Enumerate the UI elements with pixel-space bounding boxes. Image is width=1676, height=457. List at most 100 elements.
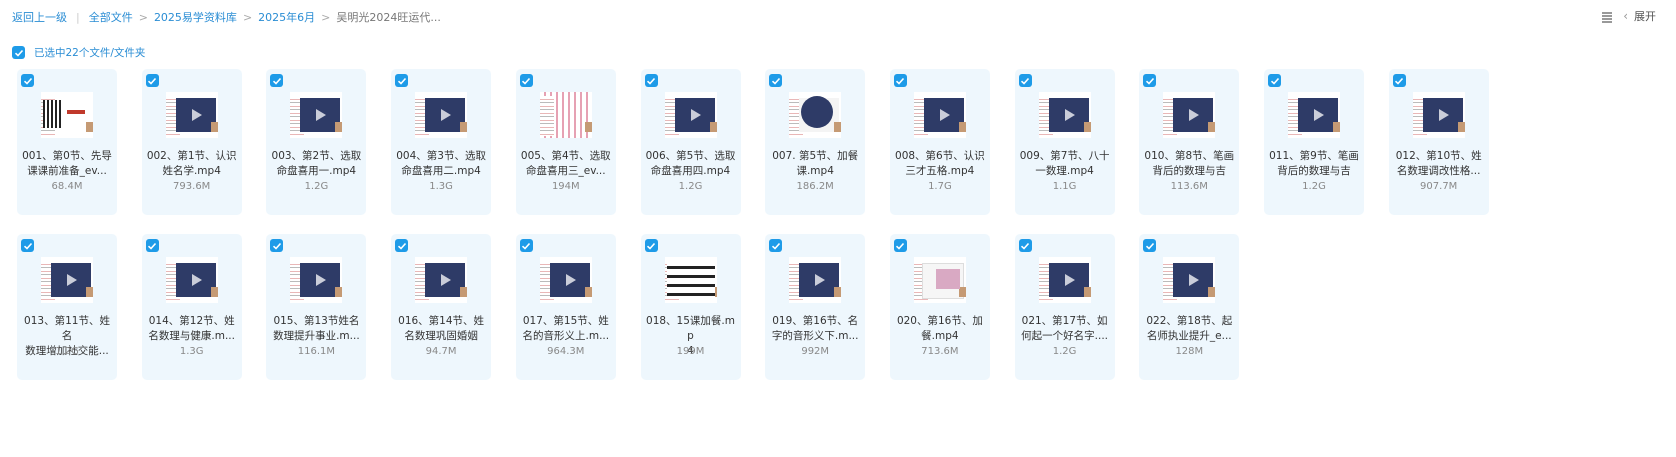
file-card[interactable]: 016、第14节、姓 名数理巩固婚姻 94.7M: [391, 234, 492, 380]
file-checkbox[interactable]: [769, 239, 783, 252]
file-card[interactable]: 007. 第5节、加餐 课.mp4 186.2M: [765, 69, 866, 215]
file-card[interactable]: 009、第7节、八十 一数理.mp4 1.1G: [1014, 69, 1115, 215]
back-link[interactable]: 返回上一级: [12, 9, 67, 25]
play-icon: [799, 263, 840, 297]
video-thumbnail[interactable]: [539, 92, 592, 138]
video-thumbnail[interactable]: [415, 257, 468, 303]
video-thumbnail[interactable]: [165, 92, 218, 138]
checkmark-icon: [1395, 77, 1404, 85]
file-card[interactable]: 008、第6节、认识 三才五格.mp4 1.7G: [889, 69, 990, 215]
file-name-line2: 一数理.mp4: [1035, 165, 1094, 177]
play-icon: [300, 263, 341, 297]
file-checkbox[interactable]: [395, 239, 409, 252]
file-size: 128M: [1175, 346, 1204, 357]
file-checkbox[interactable]: [1143, 239, 1157, 252]
file-card[interactable]: 012、第10节、姓 名数理调改性格... 907.7M: [1388, 69, 1489, 215]
file-card[interactable]: 014、第12节、姓 名数理与健康.m... 1.3G: [141, 234, 242, 380]
file-name-line2: 餐.mp4: [921, 330, 959, 342]
file-card[interactable]: 020、第16节、加 餐.mp4 713.6M: [889, 234, 990, 380]
video-thumbnail[interactable]: [290, 257, 343, 303]
checkmark-icon: [771, 77, 780, 85]
file-checkbox[interactable]: [893, 74, 907, 87]
checkmark-icon: [1021, 77, 1030, 85]
file-card[interactable]: 011、第9节、笔画 背后的数理与吉 1.2G: [1264, 69, 1364, 215]
file-card[interactable]: 003、第2节、选取 命盘喜用一.mp4 1.2G: [266, 69, 367, 215]
video-thumbnail[interactable]: [664, 257, 717, 303]
video-thumbnail[interactable]: [41, 92, 93, 138]
file-checkbox[interactable]: [644, 239, 658, 252]
file-name: 015、第13节姓名 数理提升事业.m...: [270, 314, 362, 344]
list-view-icon[interactable]: [1601, 10, 1613, 23]
file-card[interactable]: 018、15课加餐.mp 4 199M: [640, 234, 741, 380]
file-card[interactable]: 015、第13节姓名 数理提升事业.m... 116.1M: [266, 234, 367, 380]
chevron-right-icon: >: [138, 10, 148, 24]
file-name-line2: 命盘喜用二.mp4: [401, 165, 481, 177]
select-all-checkbox[interactable]: [12, 46, 25, 59]
video-thumbnail[interactable]: [913, 92, 966, 138]
file-card[interactable]: 019、第16节、名 字的音形义下.m... 992M: [765, 234, 866, 380]
file-checkbox[interactable]: [270, 74, 284, 87]
video-thumbnail[interactable]: [415, 92, 468, 138]
file-card[interactable]: 017、第15节、姓 名的音形义上.m... 964.3M: [515, 234, 616, 380]
file-checkbox[interactable]: [145, 74, 159, 87]
file-checkbox[interactable]: [644, 74, 658, 87]
breadcrumb-all-files[interactable]: 全部文件: [89, 9, 133, 25]
file-card[interactable]: 013、第11节、姓名 数理增加社交能... 1.2G: [17, 234, 117, 380]
expand-button[interactable]: ‹ 展开: [1623, 8, 1656, 24]
file-checkbox[interactable]: [1143, 74, 1157, 87]
breadcrumb-month[interactable]: 2025年6月: [258, 9, 315, 25]
file-name-line1: 010、第8节、笔画: [1144, 150, 1235, 162]
play-icon: [175, 98, 216, 132]
video-thumbnail[interactable]: [165, 257, 218, 303]
video-thumbnail[interactable]: [1038, 257, 1091, 303]
checkmark-icon: [1145, 242, 1154, 250]
file-checkbox[interactable]: [1392, 74, 1406, 87]
file-card[interactable]: 004、第3节、选取 命盘喜用二.mp4 1.3G: [391, 69, 492, 215]
video-thumbnail[interactable]: [913, 257, 966, 303]
file-checkbox[interactable]: [270, 239, 284, 252]
file-size: 793.6M: [173, 181, 211, 192]
video-thumbnail[interactable]: [290, 92, 343, 138]
video-thumbnail[interactable]: [41, 257, 93, 303]
video-thumbnail[interactable]: [664, 92, 717, 138]
file-name: 003、第2节、选取 命盘喜用一.mp4: [270, 149, 362, 179]
file-card[interactable]: 021、第17节、如 何起一个好名字.... 1.2G: [1014, 234, 1115, 380]
file-checkbox[interactable]: [1018, 239, 1032, 252]
video-thumbnail[interactable]: [539, 257, 592, 303]
breadcrumb: 返回上一级 | 全部文件 > 2025易学资料库 > 2025年6月 > 吴明光…: [12, 9, 441, 25]
video-thumbnail[interactable]: [1038, 92, 1091, 138]
file-card[interactable]: 005、第4节、选取 命盘喜用三_ev... 194M: [515, 69, 616, 215]
file-card[interactable]: 001、第0节、先导 课课前准备_ev... 68.4M: [17, 69, 117, 215]
file-name: 017、第15节、姓 名的音形义上.m...: [520, 314, 612, 344]
file-checkbox[interactable]: [145, 239, 159, 252]
play-icon: [923, 98, 964, 132]
file-checkbox[interactable]: [21, 239, 34, 252]
file-card[interactable]: 006、第5节、选取 命盘喜用四.mp4 1.2G: [640, 69, 741, 215]
play-icon: [1173, 98, 1214, 132]
file-checkbox[interactable]: [769, 74, 783, 87]
file-name-line1: 009、第7节、八十: [1019, 150, 1110, 162]
file-checkbox[interactable]: [395, 74, 409, 87]
file-card[interactable]: 002、第1节、认识 姓名学.mp4 793.6M: [141, 69, 242, 215]
video-thumbnail[interactable]: [789, 92, 842, 138]
file-name-line1: 022、第18节、起: [1146, 315, 1233, 327]
video-thumbnail[interactable]: [1163, 92, 1216, 138]
selection-bar: 已选中22个文件/文件夹: [12, 45, 145, 60]
video-thumbnail[interactable]: [1412, 92, 1465, 138]
file-card[interactable]: 010、第8节、笔画 背后的数理与吉 113.6M: [1139, 69, 1240, 215]
file-checkbox[interactable]: [519, 74, 533, 87]
file-checkbox[interactable]: [893, 239, 907, 252]
file-checkbox[interactable]: [1268, 74, 1281, 87]
breadcrumb-library[interactable]: 2025易学资料库: [154, 9, 237, 25]
file-name: 002、第1节、认识 姓名学.mp4: [146, 149, 238, 179]
file-size: 907.7M: [1420, 181, 1458, 192]
file-checkbox[interactable]: [519, 239, 533, 252]
video-thumbnail[interactable]: [1163, 257, 1216, 303]
video-thumbnail[interactable]: [1288, 92, 1340, 138]
file-card[interactable]: 022、第18节、起 名师执业提升_e... 128M: [1139, 234, 1240, 380]
file-checkbox[interactable]: [1018, 74, 1032, 87]
video-thumbnail[interactable]: [789, 257, 842, 303]
file-name: 016、第14节、姓 名数理巩固婚姻: [395, 314, 487, 344]
expand-label: 展开: [1634, 10, 1656, 23]
file-checkbox[interactable]: [21, 74, 34, 87]
